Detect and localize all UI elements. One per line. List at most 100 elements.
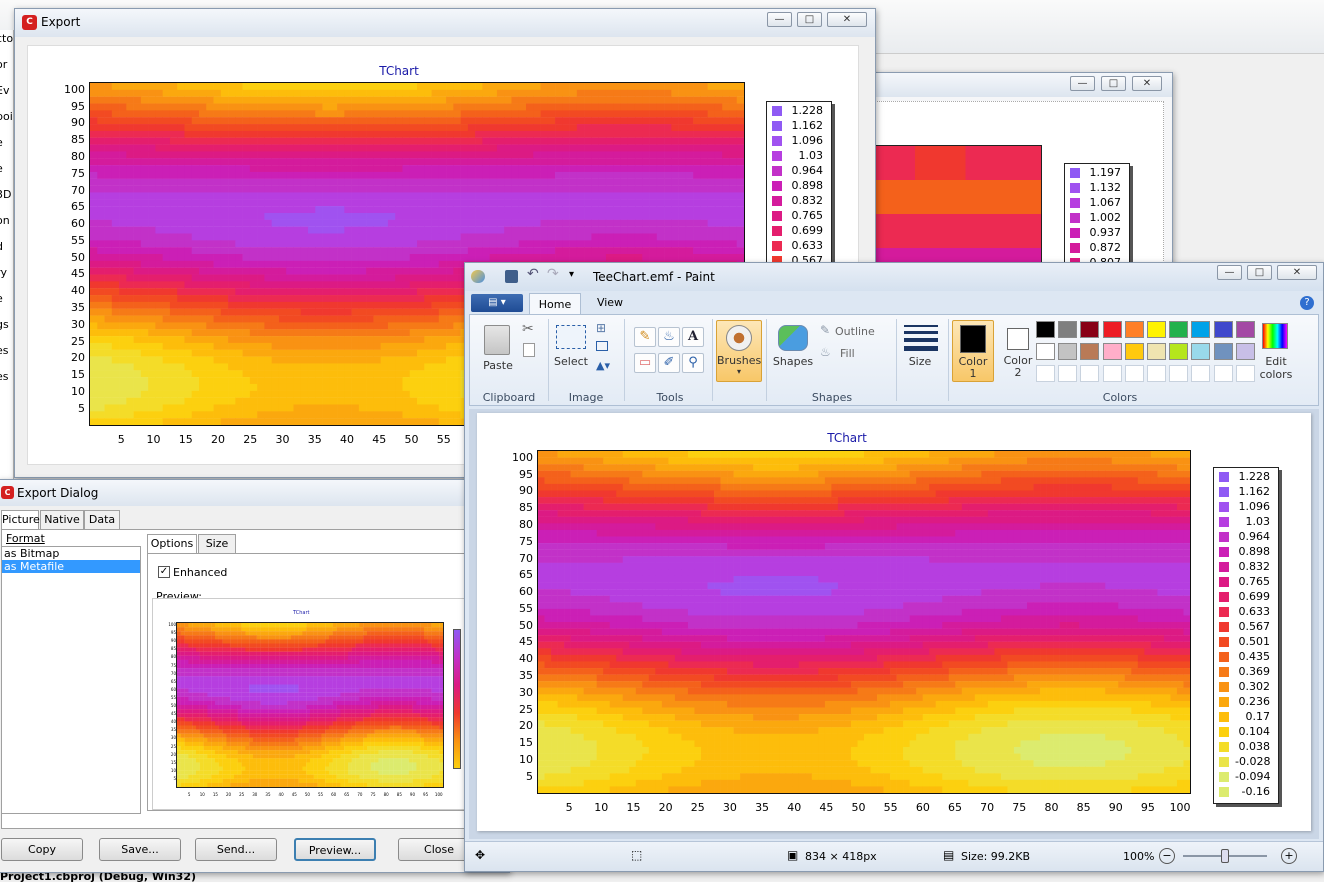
tab-picture[interactable]: Picture	[1, 510, 39, 531]
heat-cell	[308, 83, 316, 90]
heat-cell	[126, 186, 134, 193]
heat-cell	[219, 639, 223, 643]
maximize-button[interactable]: □	[797, 12, 822, 27]
tab-size[interactable]: Size	[198, 534, 236, 553]
close-button[interactable]: ✕	[827, 12, 867, 27]
heat-cell	[221, 398, 229, 405]
close-button[interactable]: ✕	[1132, 76, 1162, 91]
heat-cell	[606, 220, 614, 227]
heat-cell	[112, 227, 120, 234]
heat-cell	[272, 83, 280, 90]
heat-cell	[170, 158, 178, 165]
heat-cell	[599, 254, 607, 261]
heat-cell	[315, 357, 323, 364]
heat-cell	[105, 83, 113, 90]
heat-cell	[686, 233, 694, 240]
heat-cell	[315, 247, 323, 254]
heat-cell	[206, 227, 214, 234]
heat-cell	[395, 110, 403, 117]
heat-cell	[490, 90, 498, 97]
heat-cell	[192, 254, 200, 261]
heat-cell	[330, 384, 338, 391]
heat-cell	[293, 192, 301, 199]
heat-cell	[432, 322, 440, 329]
heat-cell	[657, 186, 665, 193]
heat-cell	[570, 227, 578, 234]
heat-cell	[308, 268, 316, 275]
heat-cell	[155, 97, 163, 104]
heat-cell	[570, 117, 578, 124]
heat-cell	[359, 343, 367, 350]
heat-cell	[243, 363, 251, 370]
heat-cell	[155, 411, 163, 418]
heat-cell	[257, 213, 265, 220]
heat-cell	[155, 363, 163, 370]
heat-cell	[184, 322, 192, 329]
heat-cell	[642, 240, 650, 247]
heat-cell	[268, 631, 272, 635]
tab-native[interactable]: Native	[40, 510, 84, 529]
heat-cell	[453, 158, 461, 165]
heat-cell	[257, 363, 265, 370]
app-logo-icon: C	[22, 15, 37, 30]
heat-cell	[352, 635, 356, 639]
heat-cell	[126, 309, 134, 316]
heat-cell	[348, 639, 352, 643]
heat-cell	[715, 131, 723, 138]
heat-cell	[257, 138, 265, 145]
format-bitmap[interactable]: as Bitmap	[2, 547, 140, 560]
heat-cell	[482, 151, 490, 158]
heat-cell	[293, 186, 301, 193]
heat-cell	[657, 117, 665, 124]
heat-cell	[395, 336, 403, 343]
heat-cell	[344, 199, 352, 206]
heat-cell	[352, 165, 360, 172]
heat-cell	[359, 404, 367, 411]
heat-cell	[693, 83, 701, 90]
heat-cell	[299, 631, 303, 635]
heat-cell	[548, 97, 556, 104]
heat-cell	[482, 206, 490, 213]
heat-cell	[432, 316, 440, 323]
heat-cell	[249, 627, 253, 631]
heat-cell	[257, 192, 265, 199]
heat-cell	[257, 316, 265, 323]
heat-cell	[344, 418, 352, 425]
heat-cell	[708, 199, 716, 206]
heat-cell	[301, 206, 309, 213]
heat-cell	[170, 357, 178, 364]
heat-cell	[286, 240, 294, 247]
heat-cell	[272, 623, 276, 627]
heat-cell	[359, 220, 367, 227]
legend-swatch	[1070, 168, 1080, 178]
heat-cell	[686, 186, 694, 193]
heat-cell	[272, 145, 280, 152]
heat-cell	[352, 254, 360, 261]
heat-cell	[650, 186, 658, 193]
minimize-button[interactable]: —	[1070, 76, 1095, 91]
heat-cell	[214, 398, 222, 405]
heat-cell	[323, 343, 331, 350]
heat-cell	[737, 179, 744, 186]
heat-cell	[375, 631, 379, 635]
tab-data[interactable]: Data	[84, 510, 120, 529]
format-metafile[interactable]: as Metafile	[2, 560, 140, 573]
enhanced-checkbox[interactable]: ✓	[158, 566, 170, 578]
heat-cell	[548, 220, 556, 227]
heat-cell	[511, 247, 519, 254]
format-list[interactable]: as Bitmap as Metafile	[1, 546, 141, 814]
legend-item: 1.096	[767, 133, 831, 148]
heat-cell	[192, 336, 200, 343]
maximize-button[interactable]: □	[1101, 76, 1126, 91]
heat-cell	[461, 131, 469, 138]
heat-cell	[577, 254, 585, 261]
heat-cell	[126, 398, 134, 405]
minimize-button[interactable]: —	[767, 12, 792, 27]
heat-cell	[446, 90, 454, 97]
heat-cell	[315, 336, 323, 343]
heat-cell	[432, 83, 440, 90]
heat-cell	[155, 124, 163, 131]
heat-cell	[337, 268, 345, 275]
tab-options[interactable]: Options	[147, 534, 197, 555]
heat-cell	[468, 151, 476, 158]
